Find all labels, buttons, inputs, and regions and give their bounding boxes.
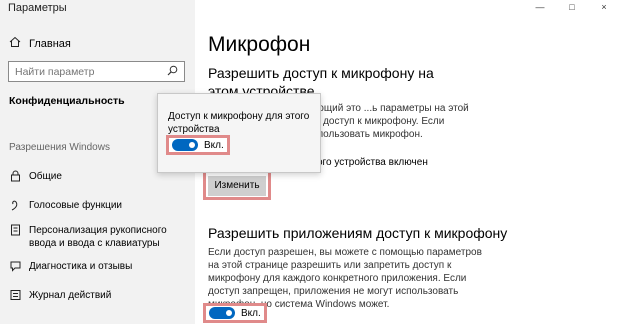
apps-access-toggle[interactable] — [209, 307, 235, 319]
home-icon — [9, 36, 21, 51]
sidebar-item-speech[interactable]: Голосовые функции — [9, 199, 194, 212]
sidebar-home-label: Главная — [29, 37, 71, 50]
search-box[interactable] — [8, 61, 185, 82]
popup-toggle-label: Вкл. — [204, 139, 224, 151]
sidebar-item-label: Диагностика и отзывы — [29, 261, 133, 272]
popup-toggle-highlight: Вкл. — [166, 135, 230, 155]
sidebar-section-heading: Разрешения Windows — [9, 142, 110, 153]
popup-title: Доступ к микрофону для этого устройства — [168, 111, 310, 135]
device-access-status: ого устройства включен — [317, 157, 428, 168]
pen-icon — [9, 224, 21, 236]
search-icon[interactable] — [167, 65, 178, 79]
activity-icon — [9, 289, 21, 301]
change-button-highlight: Изменить — [203, 170, 271, 200]
device-access-toggle[interactable] — [172, 139, 198, 151]
speech-icon — [9, 199, 21, 211]
apps-access-description: Если доступ разрешен, вы можете с помощь… — [208, 247, 482, 310]
apps-access-heading: Разрешить приложениям доступ к микрофону — [208, 225, 508, 241]
feedback-icon — [9, 260, 21, 272]
sidebar-item-inking[interactable]: Персонализация рукописного ввода и ввода… — [9, 224, 194, 250]
sidebar-home[interactable]: Главная — [9, 36, 71, 51]
sidebar-item-activity[interactable]: Журнал действий — [9, 289, 194, 302]
sidebar-item-label: Журнал действий — [29, 290, 112, 301]
apps-toggle-label: Вкл. — [241, 307, 261, 319]
sidebar-item-label: Общие — [29, 171, 62, 182]
sidebar-category-privacy[interactable]: Конфиденциальность — [9, 95, 125, 107]
change-button[interactable]: Изменить — [208, 175, 266, 196]
device-access-popup: Доступ к микрофону для этого устройства … — [157, 93, 321, 173]
sidebar-item-label: Персонализация рукописного ввода и ввода… — [29, 225, 167, 249]
page-title: Микрофон — [208, 33, 311, 56]
apps-toggle-highlight: Вкл. — [203, 303, 267, 323]
sidebar-item-label: Голосовые функции — [29, 200, 123, 211]
sidebar-item-diagnostics[interactable]: Диагностика и отзывы — [9, 260, 194, 273]
search-input[interactable] — [15, 65, 155, 78]
window-title: Параметры — [8, 2, 67, 14]
lock-icon — [9, 170, 21, 182]
